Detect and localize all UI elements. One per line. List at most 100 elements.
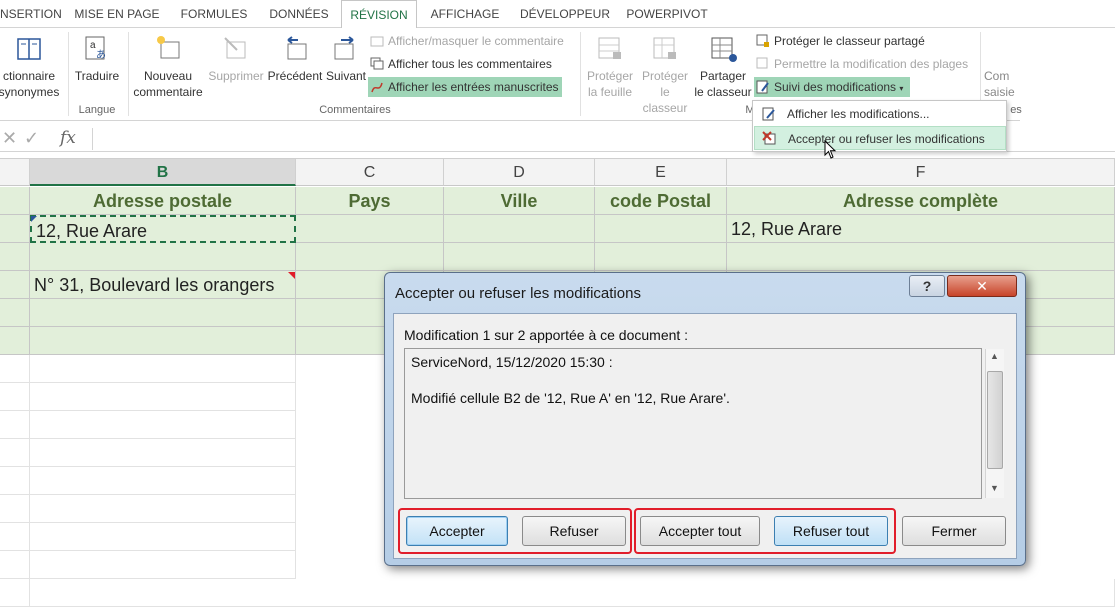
select-all-corner[interactable]	[0, 159, 30, 186]
cell-header-code-postal[interactable]: code Postal	[595, 187, 727, 215]
row-header[interactable]	[0, 327, 30, 355]
cell-b2[interactable]: 12, Rue Arare	[30, 215, 296, 243]
empty-cell[interactable]	[30, 383, 296, 411]
dictionnaire-label: ctionnaire	[2, 69, 56, 83]
precedent-button[interactable]: Précédent	[266, 34, 324, 84]
scroll-up-icon[interactable]: ▲	[990, 351, 999, 361]
change-marker-icon	[31, 216, 37, 222]
book-icon	[17, 38, 41, 60]
cell-c3[interactable]	[296, 243, 444, 271]
tab-donnees[interactable]: DONNÉES	[262, 0, 336, 28]
scroll-down-icon[interactable]: ▼	[990, 483, 999, 493]
row-header[interactable]	[0, 411, 30, 439]
row-header[interactable]	[0, 439, 30, 467]
row-header[interactable]	[0, 551, 30, 579]
share-workbook-icon	[711, 37, 737, 62]
com-button[interactable]: Com saisie	[984, 68, 1024, 100]
group-separator	[68, 32, 69, 116]
row-header[interactable]	[0, 467, 30, 495]
empty-cell[interactable]	[30, 551, 296, 579]
tab-revision[interactable]: RÉVISION	[341, 0, 417, 29]
cell-header-ville[interactable]: Ville	[444, 187, 595, 215]
tab-affichage[interactable]: AFFICHAGE	[422, 0, 508, 28]
close-button[interactable]: ✕	[947, 275, 1017, 297]
proteger-feuille-button[interactable]: Protéger la feuille	[584, 34, 636, 100]
row-header[interactable]	[0, 355, 30, 383]
fermer-button[interactable]: Fermer	[902, 516, 1006, 546]
column-header-c[interactable]: C	[296, 159, 444, 186]
row-header[interactable]	[0, 383, 30, 411]
empty-cell[interactable]	[30, 439, 296, 467]
cell-header-pays[interactable]: Pays	[296, 187, 444, 215]
partager-classeur-button[interactable]: Partager le classeur	[694, 34, 752, 100]
cancel-icon[interactable]: ✕	[2, 128, 17, 149]
supprimer-button[interactable]: Supprimer	[206, 34, 266, 84]
mouse-cursor-icon	[824, 140, 837, 159]
suivant-button[interactable]: Suivant	[324, 34, 368, 84]
afficher-tous-label: Afficher tous les commentaires	[388, 57, 552, 71]
supprimer-label: Supprimer	[208, 69, 264, 83]
row-header[interactable]	[0, 215, 30, 243]
dialog-body: Modification 1 sur 2 apportée à ce docum…	[393, 313, 1017, 559]
afficher-entrees-manuscrites[interactable]: Afficher les entrées manuscrites	[368, 77, 562, 97]
row-header[interactable]	[0, 299, 30, 327]
cell-header-adresse-complete[interactable]: Adresse complète	[727, 187, 1115, 215]
menu-item-afficher-modifications[interactable]: Afficher les modifications...	[754, 102, 1006, 126]
tab-formules[interactable]: FORMULES	[172, 0, 256, 28]
change-description-box[interactable]: ServiceNord, 15/12/2020 15:30 : Modifié …	[404, 348, 1004, 499]
empty-cell[interactable]	[30, 579, 1115, 607]
column-header-e[interactable]: E	[595, 159, 727, 186]
nouveau-commentaire-button[interactable]: Nouveau commentaire	[130, 34, 206, 100]
dictionnaire-button[interactable]: ctionnaire synonymes	[0, 34, 64, 100]
tab-mise-en-page[interactable]: MISE EN PAGE	[68, 0, 166, 28]
column-header-b[interactable]: B	[30, 159, 296, 186]
function-icon[interactable]: fx	[60, 128, 76, 148]
cell-d2[interactable]	[444, 215, 595, 243]
cell-b4[interactable]: N° 31, Boulevard les orangers	[30, 271, 296, 299]
partager-label: Partager	[699, 69, 747, 83]
tab-insertion[interactable]: NSERTION	[0, 0, 62, 28]
cell-f2[interactable]: 12, Rue Arare	[727, 215, 1115, 243]
cell-e3[interactable]	[595, 243, 727, 271]
tab-developpeur[interactable]: DÉVELOPPEUR	[514, 0, 616, 28]
empty-cell[interactable]	[30, 495, 296, 523]
afficher-masquer-commentaire[interactable]: Afficher/masquer le commentaire	[368, 31, 564, 51]
previous-comment-icon	[287, 36, 307, 60]
annotation-highlight	[634, 508, 896, 554]
cell-c2[interactable]	[296, 215, 444, 243]
column-header-d[interactable]: D	[444, 159, 595, 186]
empty-cell[interactable]	[30, 467, 296, 495]
permettre-modification-plages[interactable]: Permettre la modification des plages	[754, 54, 968, 74]
traduire-button[interactable]: aあ Traduire	[72, 34, 122, 84]
empty-cell[interactable]	[30, 355, 296, 383]
cell-d3[interactable]	[444, 243, 595, 271]
row-header[interactable]	[0, 271, 30, 299]
synonymes-label: synonymes	[0, 85, 60, 99]
column-header-f[interactable]: F	[727, 159, 1115, 186]
row-header[interactable]	[0, 495, 30, 523]
afficher-tous-commentaires[interactable]: Afficher tous les commentaires	[368, 54, 552, 74]
tab-powerpivot[interactable]: POWERPIVOT	[622, 0, 712, 28]
empty-cell[interactable]	[30, 523, 296, 551]
cell-e2[interactable]	[595, 215, 727, 243]
scroll-thumb[interactable]	[987, 371, 1003, 469]
scrollbar[interactable]: ▲ ▼	[985, 349, 1004, 498]
proteger-classeur-partage[interactable]: Protéger le classeur partagé	[754, 31, 925, 51]
check-icon[interactable]: ✓	[24, 128, 39, 149]
change-author-line: ServiceNord, 15/12/2020 15:30 :	[411, 354, 613, 370]
row-header[interactable]	[0, 187, 30, 215]
cell-f3[interactable]	[727, 243, 1115, 271]
cell-b3[interactable]	[30, 243, 296, 271]
menu-item-accepter-refuser[interactable]: Accepter ou refuser les modifications	[754, 126, 1006, 150]
la-feuille-label: la feuille	[587, 85, 633, 99]
suivi-modifications-button[interactable]: Suivi des modifications ▾	[754, 77, 910, 97]
row-header[interactable]	[0, 579, 30, 607]
help-button[interactable]: ?	[909, 275, 945, 297]
row-header[interactable]	[0, 523, 30, 551]
cell-header-adresse-postale[interactable]: Adresse postale	[30, 187, 296, 215]
row-header[interactable]	[0, 243, 30, 271]
proteger-classeur-button[interactable]: Protéger le classeur	[638, 34, 692, 116]
cell-b6[interactable]	[30, 327, 296, 355]
cell-b5[interactable]	[30, 299, 296, 327]
empty-cell[interactable]	[30, 411, 296, 439]
